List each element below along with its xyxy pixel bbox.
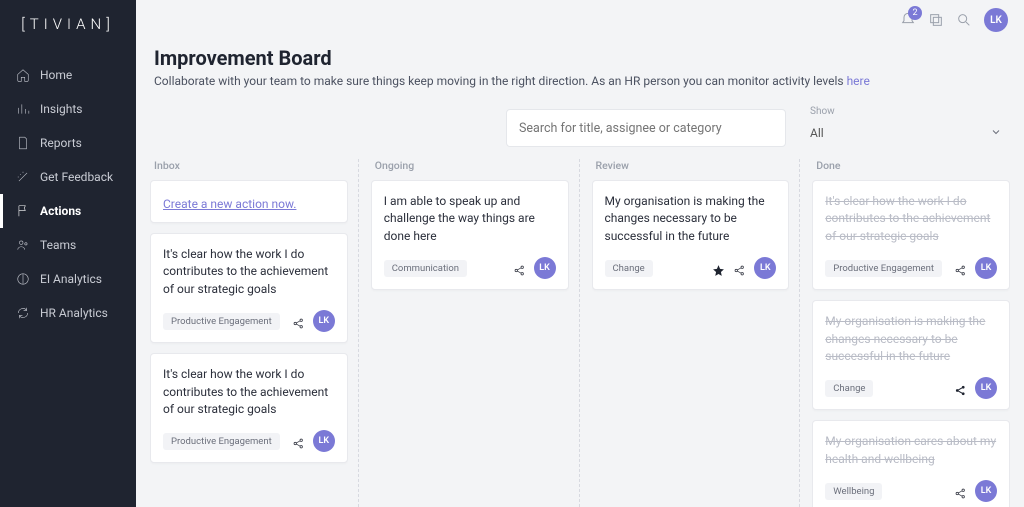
filter-wrapper: Show All: [810, 106, 1006, 147]
assignee-avatar: LK: [534, 257, 556, 279]
card-tag: Change: [825, 380, 873, 397]
sidebar-item-hr-analytics[interactable]: HR Analytics: [0, 296, 136, 330]
flag-icon: [16, 204, 30, 218]
column-ongoing: Ongoing I am able to speak up and challe…: [371, 159, 569, 507]
share-icon[interactable]: [292, 315, 305, 328]
sidebar-item-reports[interactable]: Reports: [0, 126, 136, 160]
card-tag: Change: [605, 260, 653, 277]
column-review: Review My organisation is making the cha…: [592, 159, 790, 507]
card-title: It's clear how the work I do contributes…: [825, 193, 997, 245]
wand-icon: [16, 170, 30, 184]
notification-badge: 2: [908, 6, 922, 20]
sidebar-item-label: Home: [40, 68, 72, 82]
sidebar-item-actions[interactable]: Actions: [0, 194, 136, 228]
page-title: Improvement Board: [154, 46, 1024, 70]
card-tag: Productive Engagement: [163, 313, 280, 330]
board-card[interactable]: I am able to speak up and challenge the …: [371, 180, 569, 290]
assignee-avatar: LK: [975, 377, 997, 399]
share-icon[interactable]: [733, 262, 746, 275]
card-title: My organisation is making the changes ne…: [605, 193, 777, 245]
column-title: Ongoing: [375, 159, 565, 172]
card-title: It's clear how the work I do contributes…: [163, 366, 335, 418]
card-tag: Productive Engagement: [825, 260, 942, 277]
board-card[interactable]: My organisation cares about my health an…: [812, 420, 1010, 507]
column-title: Done: [816, 159, 1006, 172]
assignee-avatar: LK: [313, 430, 335, 452]
create-action-link[interactable]: Create a new action now.: [163, 197, 296, 211]
sidebar-item-teams[interactable]: Teams: [0, 228, 136, 262]
sidebar: [TIVIAN] Home Insights Reports Get Feedb…: [0, 0, 136, 507]
sidebar-item-label: EI Analytics: [40, 272, 102, 286]
card-title: My organisation cares about my health an…: [825, 433, 997, 468]
sidebar-item-label: Get Feedback: [40, 170, 113, 184]
card-title: My organisation is making the changes ne…: [825, 313, 997, 365]
sidebar-item-get-feedback[interactable]: Get Feedback: [0, 160, 136, 194]
share-icon[interactable]: [954, 485, 967, 498]
page-header: Improvement Board Collaborate with your …: [136, 0, 1024, 88]
share-icon[interactable]: [292, 435, 305, 448]
team-icon: [16, 238, 30, 252]
chevron-down-icon: [990, 126, 1002, 141]
filter-label: Show: [810, 106, 1006, 117]
card-tag: Communication: [384, 260, 467, 277]
board-controls: Show All: [136, 106, 1006, 147]
column-title: Inbox: [154, 159, 344, 172]
card-tag: Productive Engagement: [163, 433, 280, 450]
board-card[interactable]: It's clear how the work I do contributes…: [812, 180, 1010, 290]
sidebar-item-ei-analytics[interactable]: EI Analytics: [0, 262, 136, 296]
card-tag: Wellbeing: [825, 483, 882, 500]
search-wrapper: [506, 109, 786, 147]
sidebar-item-label: Actions: [40, 204, 81, 218]
create-action-card[interactable]: Create a new action now.: [150, 180, 348, 223]
main-content: 2 LK Improvement Board Collaborate with …: [136, 0, 1024, 507]
share-icon[interactable]: [513, 262, 526, 275]
board-card[interactable]: It's clear how the work I do contributes…: [150, 353, 348, 463]
document-icon: [16, 136, 30, 150]
refresh-icon: [16, 306, 30, 320]
sidebar-item-label: Reports: [40, 136, 82, 150]
kanban-board: Inbox Create a new action now. It's clea…: [136, 147, 1024, 507]
column-done: Done It's clear how the work I do contri…: [812, 159, 1010, 507]
filter-select[interactable]: All: [810, 119, 1006, 147]
copy-button[interactable]: [928, 12, 944, 28]
search-input[interactable]: [506, 109, 786, 147]
sidebar-item-label: Teams: [40, 238, 76, 252]
card-title: I am able to speak up and challenge the …: [384, 193, 556, 245]
activity-here-link[interactable]: here: [847, 74, 870, 88]
share-icon[interactable]: [954, 382, 967, 395]
sidebar-item-label: Insights: [40, 102, 82, 116]
assignee-avatar: LK: [975, 257, 997, 279]
board-card[interactable]: My organisation is making the changes ne…: [812, 300, 1010, 410]
brand-logo: [TIVIAN]: [0, 0, 136, 48]
board-card[interactable]: My organisation is making the changes ne…: [592, 180, 790, 290]
adjust-icon: [16, 272, 30, 286]
page-subtitle: Collaborate with your team to make sure …: [154, 74, 1024, 88]
assignee-avatar: LK: [754, 257, 776, 279]
sidebar-item-label: HR Analytics: [40, 306, 108, 320]
topbar: 2 LK: [900, 8, 1008, 32]
assignee-avatar: LK: [313, 310, 335, 332]
nav: Home Insights Reports Get Feedback Actio…: [0, 58, 136, 330]
share-icon[interactable]: [954, 262, 967, 275]
notifications-button[interactable]: 2: [900, 12, 916, 28]
filter-value: All: [810, 126, 824, 140]
column-inbox: Inbox Create a new action now. It's clea…: [150, 159, 348, 507]
search-button[interactable]: [956, 12, 972, 28]
user-avatar[interactable]: LK: [984, 8, 1008, 32]
bars-icon: [16, 102, 30, 116]
sidebar-item-home[interactable]: Home: [0, 58, 136, 92]
assignee-avatar: LK: [975, 480, 997, 502]
column-title: Review: [596, 159, 786, 172]
card-title: It's clear how the work I do contributes…: [163, 246, 335, 298]
board-card[interactable]: It's clear how the work I do contributes…: [150, 233, 348, 343]
sidebar-item-insights[interactable]: Insights: [0, 92, 136, 126]
home-icon: [16, 68, 30, 82]
star-icon[interactable]: [712, 262, 725, 275]
